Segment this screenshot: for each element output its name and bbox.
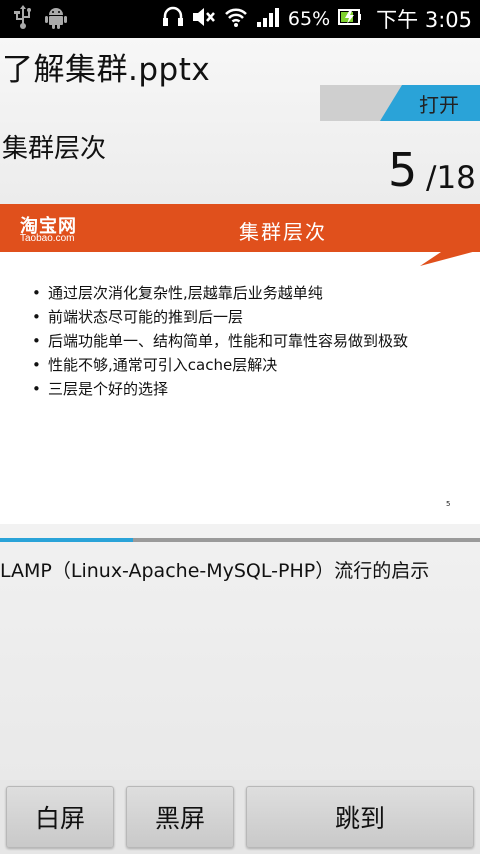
android-debug-icon (44, 5, 68, 33)
battery-icon (338, 7, 362, 31)
file-title: 了解集群.pptx (2, 52, 211, 88)
slide-bullet: 后端功能单一、结构简单，性能和可靠性容易做到极致 (30, 330, 450, 352)
status-bar-left (14, 5, 68, 33)
jump-to-button[interactable]: 跳到 (246, 786, 474, 848)
signal-icon (256, 6, 280, 32)
bottom-button-bar: 白屏 黑屏 跳到 (0, 780, 480, 854)
slide-preview[interactable]: 淘宝网 Taobao.com 集群层次 通过层次消化复杂性,层越靠后业务越单纯 … (0, 204, 480, 524)
page-current: 5 (388, 143, 418, 197)
section-title: 集群层次 (2, 134, 107, 164)
page-total: /18 (426, 160, 476, 196)
slide-bullet: 前端状态尽可能的推到后一层 (30, 306, 450, 328)
usb-icon (14, 5, 32, 33)
mute-icon (192, 6, 216, 32)
slide-banner-tail (420, 250, 480, 266)
black-screen-button[interactable]: 黑屏 (126, 786, 234, 848)
slide-bullet: 通过层次消化复杂性,层越靠后业务越单纯 (30, 282, 450, 304)
wifi-icon (224, 6, 248, 32)
status-bar-right: 65% 下午 3:05 (162, 4, 472, 34)
clock: 下午 3:05 (376, 8, 472, 32)
slide-bullet: 三层是个好的选择 (30, 378, 450, 400)
headset-icon (162, 6, 184, 32)
speaker-notes-text: LAMP（Linux-Apache-MySQL-PHP）流行的启示 (0, 560, 430, 582)
battery-percent: 65% (287, 8, 331, 30)
notes-area: LAMP（Linux-Apache-MySQL-PHP）流行的启示 (0, 542, 480, 780)
slide-title: 集群层次 (239, 220, 327, 244)
slide-bullet-list: 通过层次消化复杂性,层越靠后业务越单纯 前端状态尽可能的推到后一层 后端功能单一… (30, 282, 450, 402)
status-bar: 65% 下午 3:05 (0, 0, 480, 38)
white-screen-button[interactable]: 白屏 (6, 786, 114, 848)
slide-page-number: 5 (446, 500, 451, 508)
slide-bullet: 性能不够,通常可引入cache层解决 (30, 354, 450, 376)
